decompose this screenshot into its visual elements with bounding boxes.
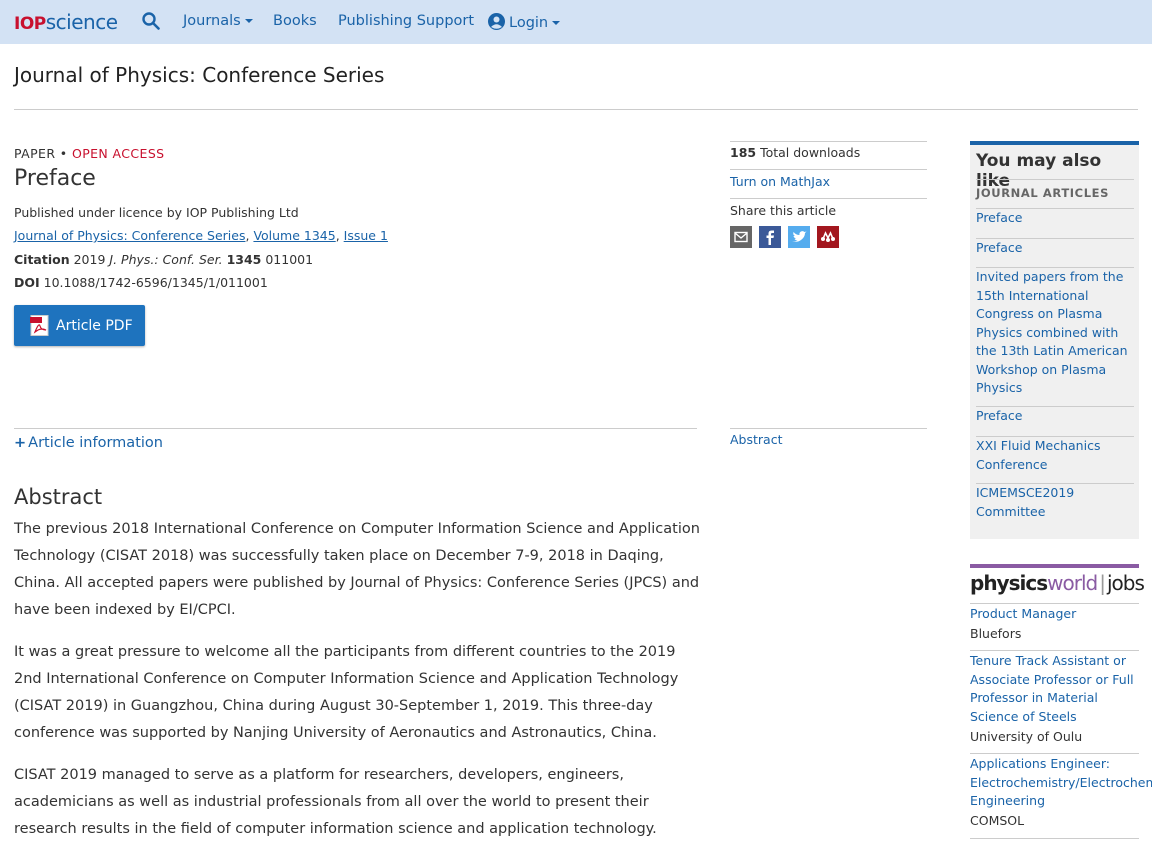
user-circle-icon <box>488 13 505 30</box>
abstract-paragraph: The previous 2018 International Conferen… <box>14 521 700 618</box>
job-divider <box>970 603 1139 604</box>
metrics-divider <box>730 198 927 199</box>
job-company: University of Oulu <box>970 729 1083 744</box>
physicsworld-jobs-logo[interactable]: physicsworld | jobs <box>970 571 1145 595</box>
citation-journal: J. Phys.: Conf. Ser. <box>109 252 223 267</box>
nav-publishing-support-link[interactable]: Publishing Support <box>338 13 474 29</box>
total-downloads: 185 Total downloads <box>730 145 927 160</box>
breadcrumb-volume-link[interactable]: Volume 1345 <box>253 228 335 243</box>
article-info-divider <box>14 428 697 429</box>
logo-separator: | <box>1099 571 1106 595</box>
article-title: Preface <box>14 166 96 191</box>
related-article-link[interactable]: ICMEMSCE2019 Committee <box>976 484 1134 521</box>
abstract-nav-link[interactable]: Abstract <box>730 432 927 447</box>
citation-line: Citation 2019 J. Phys.: Conf. Ser. 1345 … <box>14 252 313 267</box>
share-label: Share this article <box>730 203 837 218</box>
abstract-nav-divider <box>730 428 927 429</box>
citation-label: Citation <box>14 252 70 267</box>
related-article-link[interactable]: Preface <box>976 407 1134 426</box>
abstract-paragraph: CISAT 2019 managed to serve as a platfor… <box>14 767 657 837</box>
job-title-link[interactable]: Product Manager <box>970 605 1139 624</box>
logo-world: world <box>1047 571 1098 595</box>
related-article-link[interactable]: Preface <box>976 239 1134 258</box>
citation-article-number: 011001 <box>265 252 314 267</box>
nav-login-label: Login <box>509 15 549 31</box>
mendeley-icon[interactable] <box>817 226 839 248</box>
abstract-paragraph: It was a great pressure to welcome all t… <box>14 644 679 741</box>
top-navbar: IOPscience Journals Books Publishing Sup… <box>0 0 1152 44</box>
physicsworld-accent-bar <box>970 564 1139 568</box>
panel-divider <box>976 179 1134 180</box>
doi-value: 10.1088/1742-6596/1345/1/011001 <box>43 275 268 290</box>
logo-iop: IOP <box>14 14 46 34</box>
email-icon[interactable] <box>730 226 752 248</box>
journal-title: Journal of Physics: Conference Series <box>14 63 385 87</box>
abstract-heading: Abstract <box>14 485 103 509</box>
chevron-down-icon <box>552 21 561 25</box>
job-divider <box>970 650 1139 651</box>
you-may-also-like-panel: You may also like JOURNAL ARTICLES Prefa… <box>970 141 1139 539</box>
job-title-link[interactable]: Tenure Track Assistant or Associate Prof… <box>970 652 1139 726</box>
downloads-count: 185 <box>730 145 757 160</box>
separator-dot: • <box>59 146 68 161</box>
facebook-icon[interactable] <box>759 226 781 248</box>
mathjax-toggle-link[interactable]: Turn on MathJax <box>730 174 927 189</box>
metrics-top-divider <box>730 141 927 142</box>
related-article-link[interactable]: Invited papers from the 15th Internation… <box>976 268 1134 398</box>
logo-physics: physics <box>970 571 1048 595</box>
related-article-link[interactable]: Preface <box>976 209 1134 228</box>
you-may-also-like-title: You may also like <box>976 151 1102 191</box>
twitter-icon[interactable] <box>788 226 810 248</box>
breadcrumb: Journal of Physics: Conference Series, V… <box>14 228 388 243</box>
breadcrumb-issue-link[interactable]: Issue 1 <box>344 228 388 243</box>
citation-volume: 1345 <box>226 252 262 267</box>
related-article-link[interactable]: XXI Fluid Mechanics Conference <box>976 437 1134 474</box>
journal-articles-heading: JOURNAL ARTICLES <box>976 186 1109 200</box>
citation-year: 2019 <box>73 252 106 267</box>
pdf-file-icon <box>30 315 50 336</box>
job-company: Bluefors <box>970 626 1022 641</box>
chevron-down-icon <box>244 19 253 23</box>
open-access-label: OPEN ACCESS <box>71 146 165 161</box>
job-divider <box>970 838 1139 839</box>
plus-icon: + <box>14 435 27 451</box>
nav-login-menu[interactable]: Login <box>488 13 561 31</box>
nav-books-link[interactable]: Books <box>273 13 317 29</box>
doi-label: DOI <box>14 275 40 290</box>
paper-type-line: PAPER • OPEN ACCESS <box>14 146 165 161</box>
logo-science: science <box>45 10 118 34</box>
search-icon[interactable] <box>142 12 162 32</box>
job-title-link[interactable]: Applications Engineer: Electrochemistry/… <box>970 755 1152 811</box>
metrics-divider <box>730 169 927 170</box>
paper-type-label: PAPER <box>14 146 56 161</box>
nav-journals-menu[interactable]: Journals <box>183 13 253 29</box>
article-information-toggle[interactable]: + Article information <box>14 435 163 451</box>
iopscience-logo[interactable]: IOPscience <box>14 10 118 34</box>
nav-journals-label: Journals <box>183 13 241 29</box>
job-divider <box>970 753 1139 754</box>
doi-line: DOI 10.1088/1742-6596/1345/1/011001 <box>14 275 268 290</box>
article-information-label: Article information <box>28 435 163 451</box>
job-company: COMSOL <box>970 813 1025 828</box>
downloads-label: Total downloads <box>760 145 861 160</box>
breadcrumb-journal-link[interactable]: Journal of Physics: Conference Series <box>14 228 245 243</box>
article-pdf-label: Article PDF <box>56 318 133 334</box>
licence-line: Published under licence by IOP Publishin… <box>14 205 299 220</box>
logo-jobs: jobs <box>1106 571 1145 595</box>
article-pdf-button[interactable]: Article PDF <box>14 305 145 346</box>
header-divider <box>14 109 1138 110</box>
